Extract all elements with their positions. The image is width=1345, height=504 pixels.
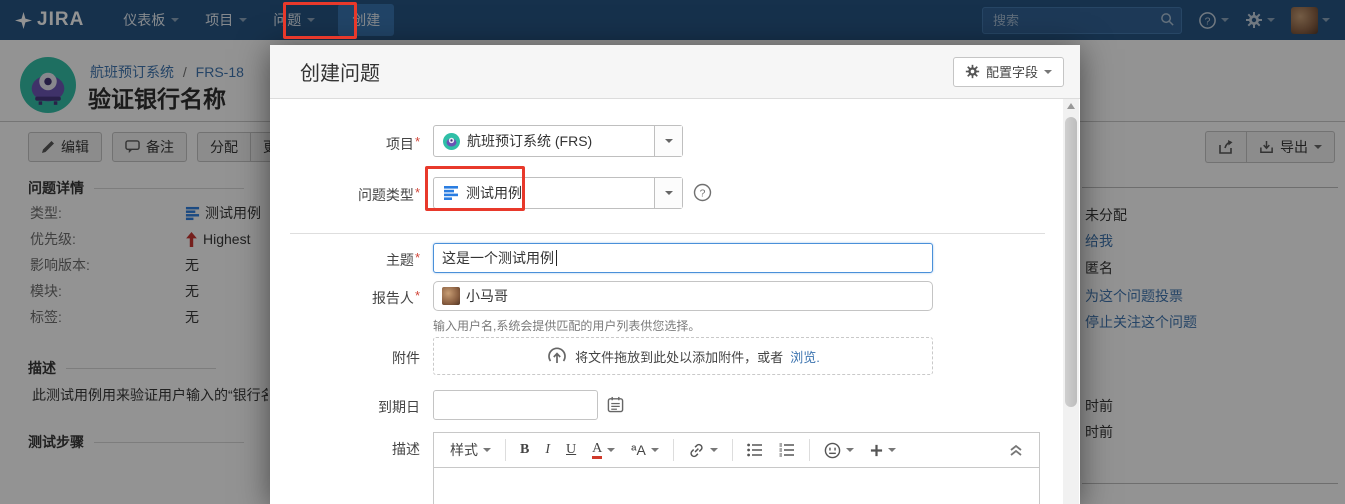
reporter-hint: 输入用户名,系统会提供匹配的用户列表供您选择。 [433,317,700,334]
svg-text:?: ? [700,188,706,199]
description-textarea[interactable] [433,468,1040,504]
dialog-title: 创建问题 [300,57,380,86]
dialog-header: 创建问题 配置字段 [270,45,1080,99]
dropdown-arrow[interactable] [654,178,682,208]
upload-cloud-icon [546,345,568,367]
bullet-list-button[interactable] [741,433,769,467]
browse-link[interactable]: 浏览. [790,347,820,366]
issue-type-icon [443,185,459,201]
attachment-dropzone[interactable]: 将文件拖放到此处以添加附件，或者 浏览. [433,337,933,375]
project-avatar-small [443,133,460,150]
issue-type-help-icon[interactable]: ? [693,183,712,202]
scroll-up-arrow[interactable] [1067,103,1075,109]
jira-screen: JIRA 仪表板 项目 问题 创建 ? [0,0,1345,504]
reporter-input[interactable]: 小马哥 [433,281,933,311]
font-size-dropdown[interactable]: ªA [625,433,665,467]
scrollbar-thumb[interactable] [1065,117,1077,407]
emoji-icon [824,442,841,459]
issue-type-label: 问题类型* [270,185,420,205]
project-select[interactable]: 航班预订系统 (FRS) [433,125,683,157]
summary-input[interactable]: 这是一个测试用例 [433,243,933,273]
description-label: 描述 [270,439,420,459]
configure-fields-button[interactable]: 配置字段 [953,57,1064,87]
italic-button[interactable]: I [539,433,556,467]
calendar-icon[interactable] [607,396,624,413]
emoji-dropdown[interactable] [818,433,860,467]
due-date-label: 到期日 [270,397,420,417]
summary-label: 主题* [270,250,420,270]
insert-more-dropdown[interactable] [864,433,902,467]
collapse-toolbar-button[interactable] [1003,433,1029,467]
create-issue-dialog: 创建问题 配置字段 项目* [270,45,1080,504]
underline-button[interactable]: U [560,433,582,467]
text-color-dropdown[interactable]: A [586,433,621,467]
link-dropdown[interactable] [682,433,724,467]
dropdown-arrow[interactable] [654,126,682,156]
editor-toolbar: 样式 B I U A ªA [433,432,1040,468]
due-date-input[interactable] [433,390,598,420]
form-divider [290,233,1045,234]
link-icon [688,442,705,459]
numbered-list-button[interactable] [773,433,801,467]
project-label: 项目* [270,134,420,154]
style-dropdown[interactable]: 样式 [444,433,497,467]
description-editor: 样式 B I U A ªA [433,432,1040,504]
text-cursor [556,250,557,266]
bold-button[interactable]: B [514,433,535,467]
chevron-down-icon [1044,70,1052,74]
dialog-scrollbar[interactable] [1063,99,1079,504]
reporter-label: 报告人* [270,288,420,308]
gear-icon [965,64,980,79]
reporter-avatar [442,287,460,305]
attachment-label: 附件 [270,348,420,368]
issue-type-select[interactable]: 测试用例 [433,177,683,209]
